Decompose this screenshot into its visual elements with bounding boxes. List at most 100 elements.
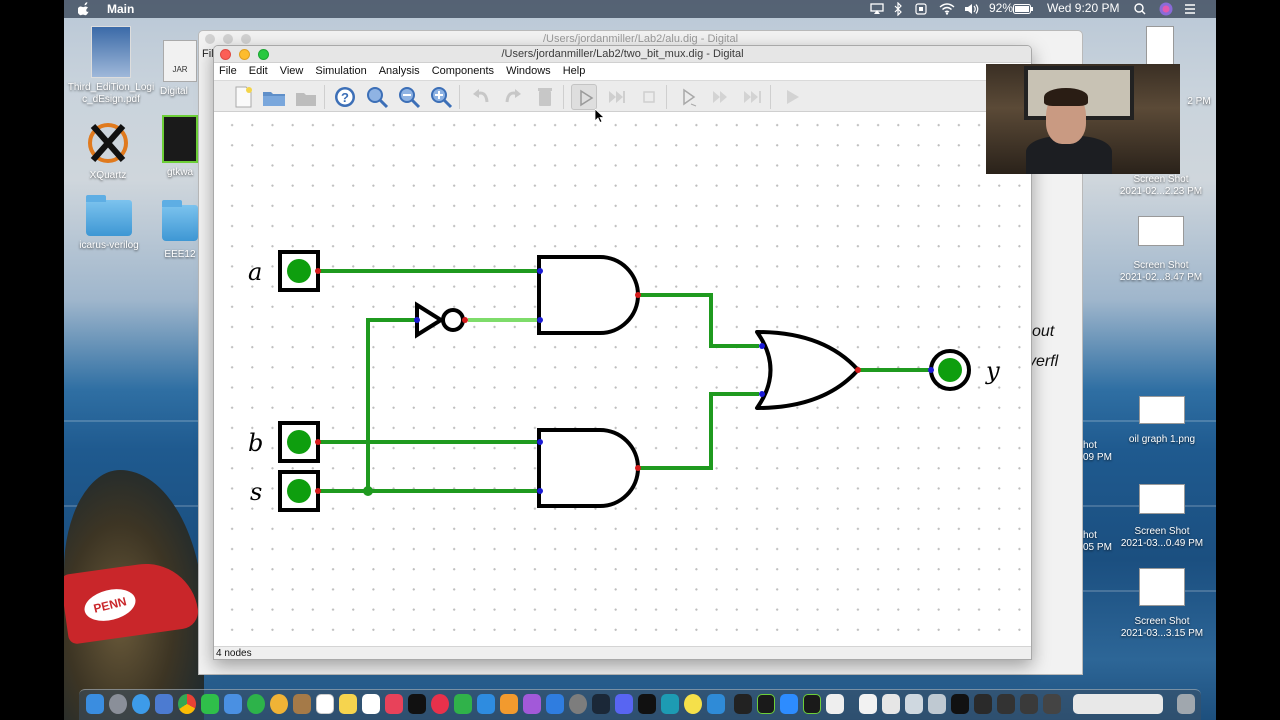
- analyse-button[interactable]: [780, 84, 806, 110]
- dock-document-icon[interactable]: [905, 694, 923, 714]
- delete-button[interactable]: [532, 84, 558, 110]
- dock-discord-icon[interactable]: [615, 694, 633, 714]
- dock-arduino-icon[interactable]: [661, 694, 679, 714]
- menu-analysis[interactable]: Analysis: [379, 63, 420, 80]
- spotlight-search-icon[interactable]: [1134, 3, 1146, 15]
- desktop-icon-screenshot-3[interactable]: Screen Shot 2021-03...0.49 PM: [1112, 484, 1212, 550]
- dock-steam-icon[interactable]: [592, 694, 610, 714]
- and-gate-2[interactable]: [537, 428, 641, 508]
- dock-tv-icon[interactable]: [408, 694, 426, 714]
- fast-run-button[interactable]: [708, 84, 734, 110]
- bluetooth-icon[interactable]: [894, 2, 902, 16]
- dock-window-icon[interactable]: [1043, 694, 1061, 714]
- desktop-icon-gtkwave[interactable]: gtkwa: [160, 115, 200, 179]
- dock-music-icon[interactable]: [385, 694, 403, 714]
- dock-terminal-icon[interactable]: [734, 694, 752, 714]
- dock-gtkwave-2-icon[interactable]: [803, 694, 821, 714]
- desktop-icon-digital[interactable]: JAR Digital: [160, 40, 200, 98]
- zoom-out-button[interactable]: [396, 84, 422, 110]
- apple-icon[interactable]: [78, 2, 90, 16]
- circuit-diagram[interactable]: a b s y: [214, 112, 1032, 646]
- menu-file[interactable]: File: [219, 63, 237, 80]
- and-gate-1[interactable]: [537, 255, 641, 335]
- dock-facetime-icon[interactable]: [247, 694, 265, 714]
- volume-icon[interactable]: [964, 3, 980, 15]
- dock-numbers-icon[interactable]: [454, 694, 472, 714]
- dock-notes-icon[interactable]: [339, 694, 357, 714]
- dock-minimized-windows[interactable]: [1073, 694, 1163, 714]
- menu-windows[interactable]: Windows: [506, 63, 551, 80]
- input-pin-b[interactable]: [278, 421, 321, 463]
- siri-icon[interactable]: [1159, 2, 1173, 16]
- dock-document-icon[interactable]: [928, 694, 946, 714]
- zoom-fit-button[interactable]: [364, 84, 390, 110]
- dock-preview-icon[interactable]: [155, 694, 173, 714]
- stop-simulation-button[interactable]: [636, 84, 662, 110]
- desktop-icon-screenshot-4[interactable]: Screen Shot 2021-03...3.15 PM: [1112, 568, 1212, 640]
- dock-calendar-icon[interactable]: [316, 694, 334, 714]
- dock-keynote-icon[interactable]: [477, 694, 495, 714]
- start-simulation-button[interactable]: [571, 84, 597, 110]
- step-button[interactable]: [676, 84, 702, 110]
- dock-pages-icon[interactable]: [500, 694, 518, 714]
- dock-chrome-icon[interactable]: [178, 694, 196, 714]
- zoom-in-button[interactable]: [428, 84, 454, 110]
- new-file-button[interactable]: [230, 84, 256, 110]
- desktop-icon-oil-graph[interactable]: oil graph 1.png: [1112, 396, 1212, 446]
- main-window-two-bit-mux[interactable]: /Users/jordanmiller/Lab2/two_bit_mux.dig…: [213, 45, 1032, 660]
- active-app-name[interactable]: Main: [107, 2, 134, 16]
- screen-mirror-icon[interactable]: [915, 3, 927, 15]
- dock-launchpad-icon[interactable]: [109, 694, 127, 714]
- input-pin-s[interactable]: [278, 470, 321, 512]
- menu-simulation[interactable]: Simulation: [315, 63, 366, 80]
- input-pin-a[interactable]: [278, 250, 321, 292]
- run-to-break-button[interactable]: [604, 84, 630, 110]
- dock-document-icon[interactable]: [859, 694, 877, 714]
- dock-reminders-icon[interactable]: [362, 694, 380, 714]
- desktop-icon-screenshot-1[interactable]: Screen Shot 2021-02...2.23 PM: [1112, 174, 1210, 198]
- undo-button[interactable]: [468, 84, 494, 110]
- open-button[interactable]: [261, 84, 287, 110]
- dock-window-icon[interactable]: [1020, 694, 1038, 714]
- battery-percent[interactable]: 92%: [989, 1, 1013, 15]
- menu-edit[interactable]: Edit: [249, 63, 268, 80]
- desktop-icon-screenshot-2[interactable]: Screen Shot 2021-02...8.47 PM: [1112, 216, 1210, 284]
- window-titlebar[interactable]: /Users/jordanmiller/Lab2/two_bit_mux.dig…: [214, 46, 1031, 63]
- menu-components[interactable]: Components: [432, 63, 494, 80]
- airplay-icon[interactable]: [870, 3, 884, 15]
- or-gate[interactable]: [755, 330, 861, 410]
- dock-digital-icon[interactable]: [826, 694, 844, 714]
- control-center-icon[interactable]: [1184, 3, 1196, 15]
- dock-window-icon[interactable]: [997, 694, 1015, 714]
- open-recent-button[interactable]: [293, 84, 319, 110]
- menubar-clock[interactable]: Wed 9:20 PM: [1047, 1, 1119, 15]
- desktop-icon-logic-design-pdf[interactable]: Third_EdiTion_Logic_dEsign.pdf: [66, 26, 156, 106]
- circuit-canvas[interactable]: a b s y: [214, 112, 1032, 646]
- desktop-icon-icarus-verilog[interactable]: icarus-verilog: [66, 195, 152, 252]
- menu-help[interactable]: Help: [563, 63, 586, 80]
- dock-contacts-icon[interactable]: [293, 694, 311, 714]
- dock-trash-icon[interactable]: [1177, 694, 1195, 714]
- dock-messages-icon[interactable]: [201, 694, 219, 714]
- dock-finder-icon[interactable]: [86, 694, 104, 714]
- dock-photos-icon[interactable]: [270, 694, 288, 714]
- desktop-icon-eee12[interactable]: EEE12: [160, 200, 200, 261]
- menu-view[interactable]: View: [280, 63, 304, 80]
- dock-zoom-icon[interactable]: [780, 694, 798, 714]
- output-pin-y[interactable]: [928, 349, 971, 391]
- fast-run-2-button[interactable]: [740, 84, 766, 110]
- wifi-icon[interactable]: [939, 2, 955, 15]
- dock-mail-icon[interactable]: [224, 694, 242, 714]
- dock-app-icon[interactable]: [684, 694, 702, 714]
- dock-system-preferences-icon[interactable]: [569, 694, 587, 714]
- dock-window-icon[interactable]: [974, 694, 992, 714]
- dock-amazon-music-icon[interactable]: [638, 694, 656, 714]
- dock-safari-icon[interactable]: [132, 694, 150, 714]
- dock-document-icon[interactable]: [882, 694, 900, 714]
- dock-app-store-icon[interactable]: [546, 694, 564, 714]
- help-button[interactable]: ?: [332, 84, 358, 110]
- dock-xcode-icon[interactable]: [707, 694, 725, 714]
- redo-button[interactable]: [500, 84, 526, 110]
- back-window-menu-file[interactable]: Fil: [202, 48, 214, 60]
- dock-gtkwave-icon[interactable]: [757, 694, 775, 714]
